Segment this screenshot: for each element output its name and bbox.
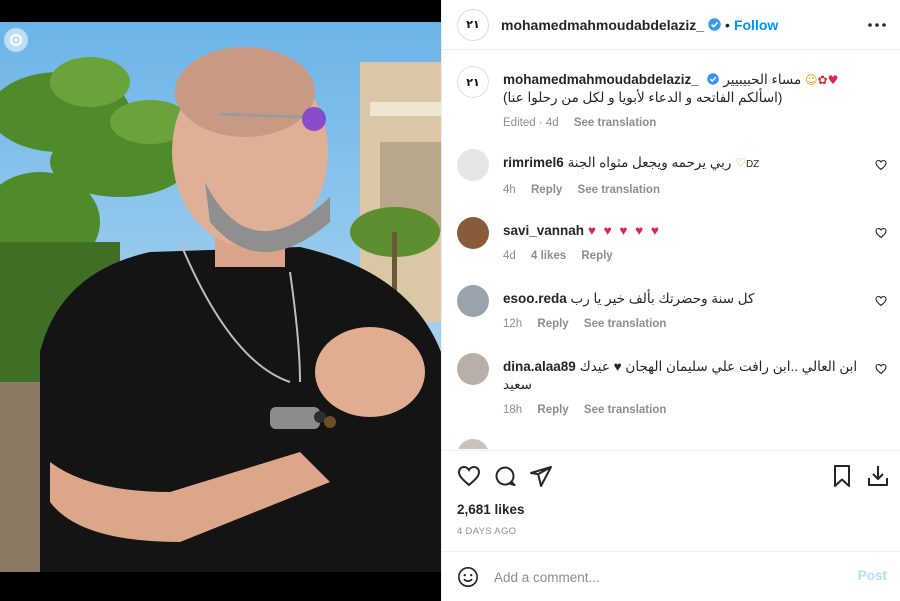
comment-text: كل سنة وحضرتك بألف خير يا رب [570,291,755,306]
comment-username[interactable]: dina.alaa89 [503,359,576,374]
caption-username[interactable]: mohamedmahmoudabdelaziz_ [503,72,699,87]
reply-link[interactable]: Reply [537,404,568,416]
verified-icon [706,73,720,86]
avatar-logo: ٢١ [466,18,480,31]
rose-emoji-icon: ✿ [817,73,828,87]
emoji-icon[interactable] [457,566,479,588]
likes-count[interactable]: 4 likes [531,250,566,262]
share-icon[interactable] [529,464,553,488]
comment-time: 18h [503,404,523,416]
heart-icon[interactable] [875,363,887,375]
avatar[interactable]: ٢١ [457,66,489,98]
action-bar [442,450,900,500]
caption-time: Edited · 4d [503,117,559,129]
heart-icon[interactable] [875,227,887,239]
add-comment-bar: Post [442,551,900,601]
caption-line2: (اسألكم الفاتحه و الدعاء لأبويا و لكل من… [503,90,783,105]
comment-input[interactable] [494,566,834,588]
comment-username[interactable]: esoo.reda [503,291,567,306]
comment-item-partial [457,439,887,449]
post-header: ٢١ mohamedmahmoudabdelaziz_ • Follow [442,0,900,50]
verified-icon [708,18,721,31]
caption-line1: مساء الحبيبيير [723,72,802,87]
flag-text: DZ [745,159,760,170]
reply-link[interactable]: Reply [581,250,612,262]
download-icon[interactable] [866,464,890,488]
see-translation-link[interactable]: See translation [578,184,660,196]
comment-time: 12h [503,318,523,330]
post-photo[interactable] [0,22,441,572]
comment-icon[interactable] [493,464,517,488]
avatar[interactable] [457,285,489,317]
comment-time: 4d [503,250,516,262]
likes-count[interactable]: 2,681 likes [457,502,525,517]
avatar[interactable] [457,439,489,449]
bookmark-icon[interactable] [830,464,854,488]
avatar[interactable]: ٢١ [457,8,489,41]
grin-emoji-icon: ☺ [804,73,818,87]
heart-icon[interactable] [457,464,481,488]
see-translation-link[interactable]: See translation [574,117,656,129]
avatar-logo: ٢١ [466,75,480,89]
post-panel: ٢١ mohamedmahmoudabdelaziz_ • Follow ٢١ … [441,0,900,601]
comment-text: ♥ ♥ ♥ ♥ ♥ [587,223,661,238]
avatar[interactable] [457,217,489,249]
heart-icon[interactable] [875,295,887,307]
posted-time: 4 DAYS AGO [457,526,517,537]
comment-item: savi_vannah ♥ ♥ ♥ ♥ ♥ 4d 4 likes Reply [457,217,887,277]
caption: ٢١ mohamedmahmoudabdelaziz_ مساء الحبيبي… [457,66,887,136]
see-translation-link[interactable]: See translation [584,404,666,416]
post-username[interactable]: mohamedmahmoudabdelaziz_ [501,17,704,33]
avatar[interactable] [457,149,489,181]
comments-list[interactable]: ٢١ mohamedmahmoudabdelaziz_ مساء الحبيبي… [442,51,900,449]
comment-item: rimrimel6 ربي يرحمه ويجعل مثواه الجنة ♡D… [457,149,887,209]
carousel-icon[interactable] [4,28,28,52]
post-button[interactable]: Post [858,568,887,583]
reply-link[interactable]: Reply [537,318,568,330]
comment-time: 4h [503,184,516,196]
avatar[interactable] [457,353,489,385]
more-icon[interactable] [867,15,887,35]
comment-item: dina.alaa89 ابن العالي ..ابن رافت علي سل… [457,353,887,433]
see-translation-link[interactable]: See translation [584,318,666,330]
heart-emoji-icon: ♥ [827,73,839,87]
comment-username[interactable]: savi_vannah [503,223,584,238]
photo-pane [0,0,441,601]
comment-text: ربي يرحمه ويجعل مثواه الجنة [567,155,732,170]
comment-username[interactable]: rimrimel6 [503,155,564,170]
comment-item: esoo.reda كل سنة وحضرتك بألف خير يا رب 1… [457,285,887,345]
separator: • [725,16,730,33]
hands-emoji-icon: ♡ [735,156,746,170]
follow-button[interactable]: Follow [734,17,778,33]
heart-icon[interactable] [875,159,887,171]
reply-link[interactable]: Reply [531,184,562,196]
